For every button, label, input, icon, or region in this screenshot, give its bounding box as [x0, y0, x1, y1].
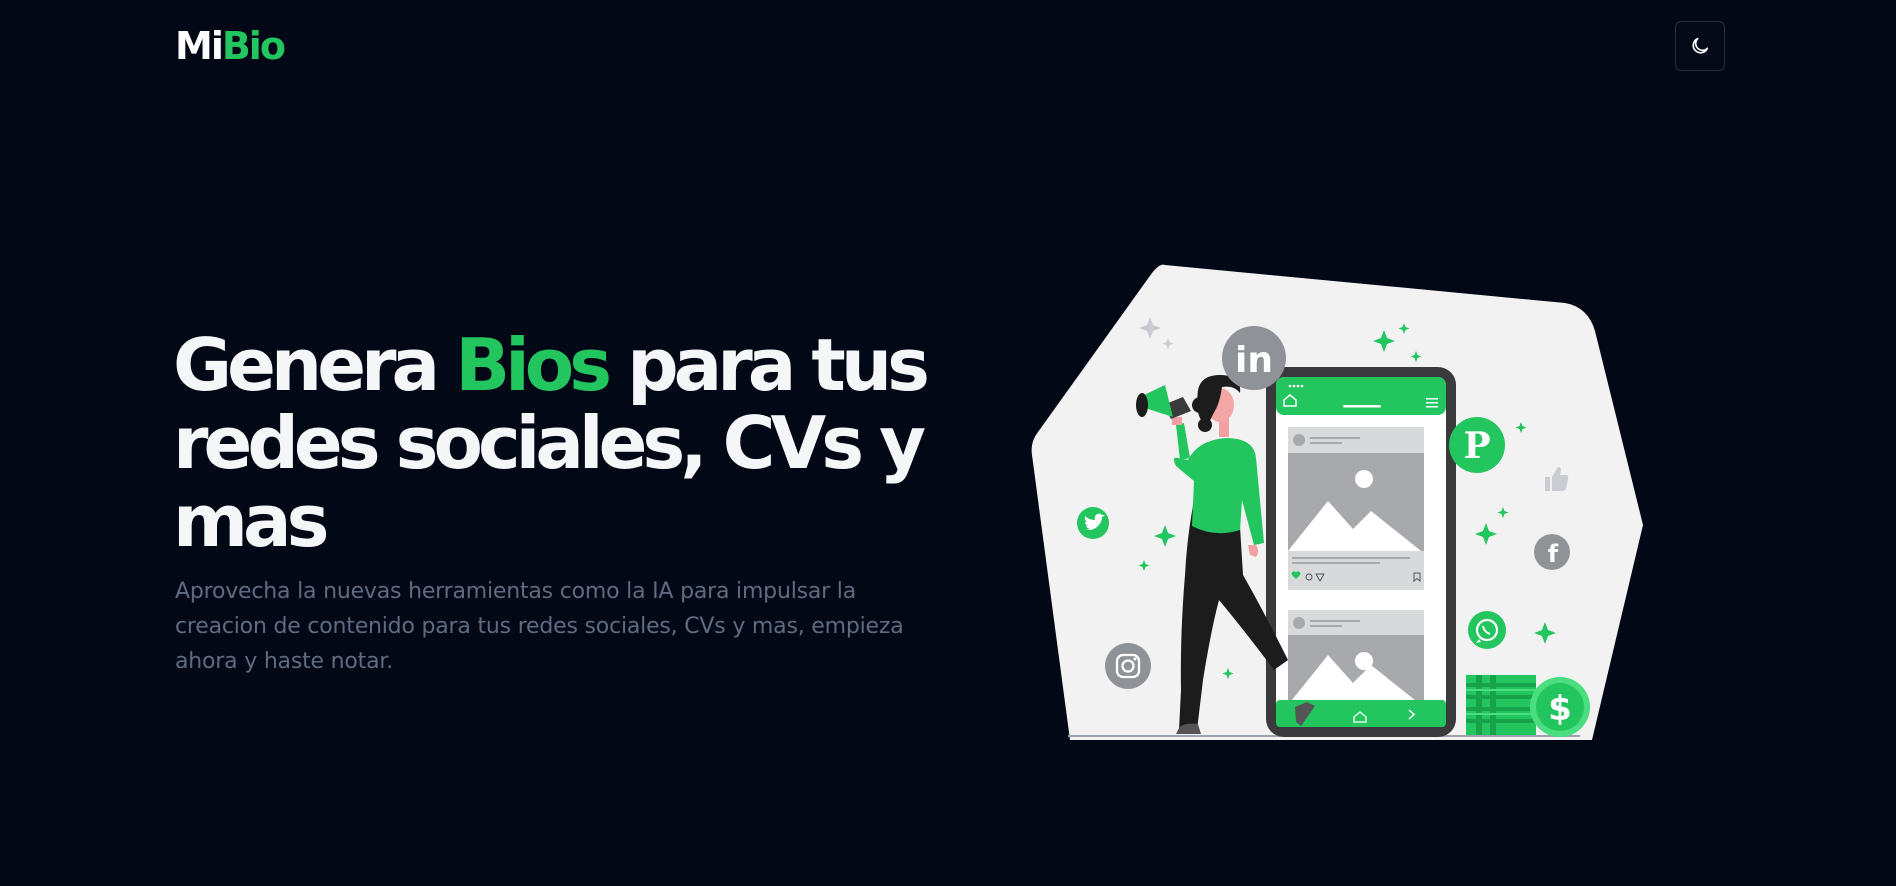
svg-text:$: $ — [1548, 689, 1572, 729]
twitter-icon — [1077, 507, 1109, 539]
hero-illustration: in P f $ — [1020, 255, 1660, 760]
pinterest-icon: P — [1449, 417, 1505, 473]
svg-text:f: f — [1548, 540, 1559, 568]
whatsapp-icon — [1468, 611, 1506, 649]
theme-toggle-button[interactable] — [1675, 21, 1725, 71]
linkedin-icon: in — [1222, 326, 1286, 390]
hero-title: Genera Bios para tus redes sociales, CVs… — [173, 323, 930, 563]
svg-text:P: P — [1463, 425, 1490, 467]
moon-icon — [1692, 37, 1709, 54]
money-stack — [1466, 675, 1536, 735]
svg-text:in: in — [1235, 340, 1273, 381]
logo[interactable]: MiBio — [175, 22, 286, 70]
title-highlight: Bios — [455, 323, 612, 407]
dollar-coin: $ — [1530, 677, 1590, 737]
phone-illustration — [1266, 367, 1456, 737]
facebook-icon: f — [1534, 534, 1570, 570]
hero-subtitle: Aprovecha la nuevas herramientas como la… — [175, 579, 904, 674]
instagram-icon — [1105, 643, 1151, 689]
